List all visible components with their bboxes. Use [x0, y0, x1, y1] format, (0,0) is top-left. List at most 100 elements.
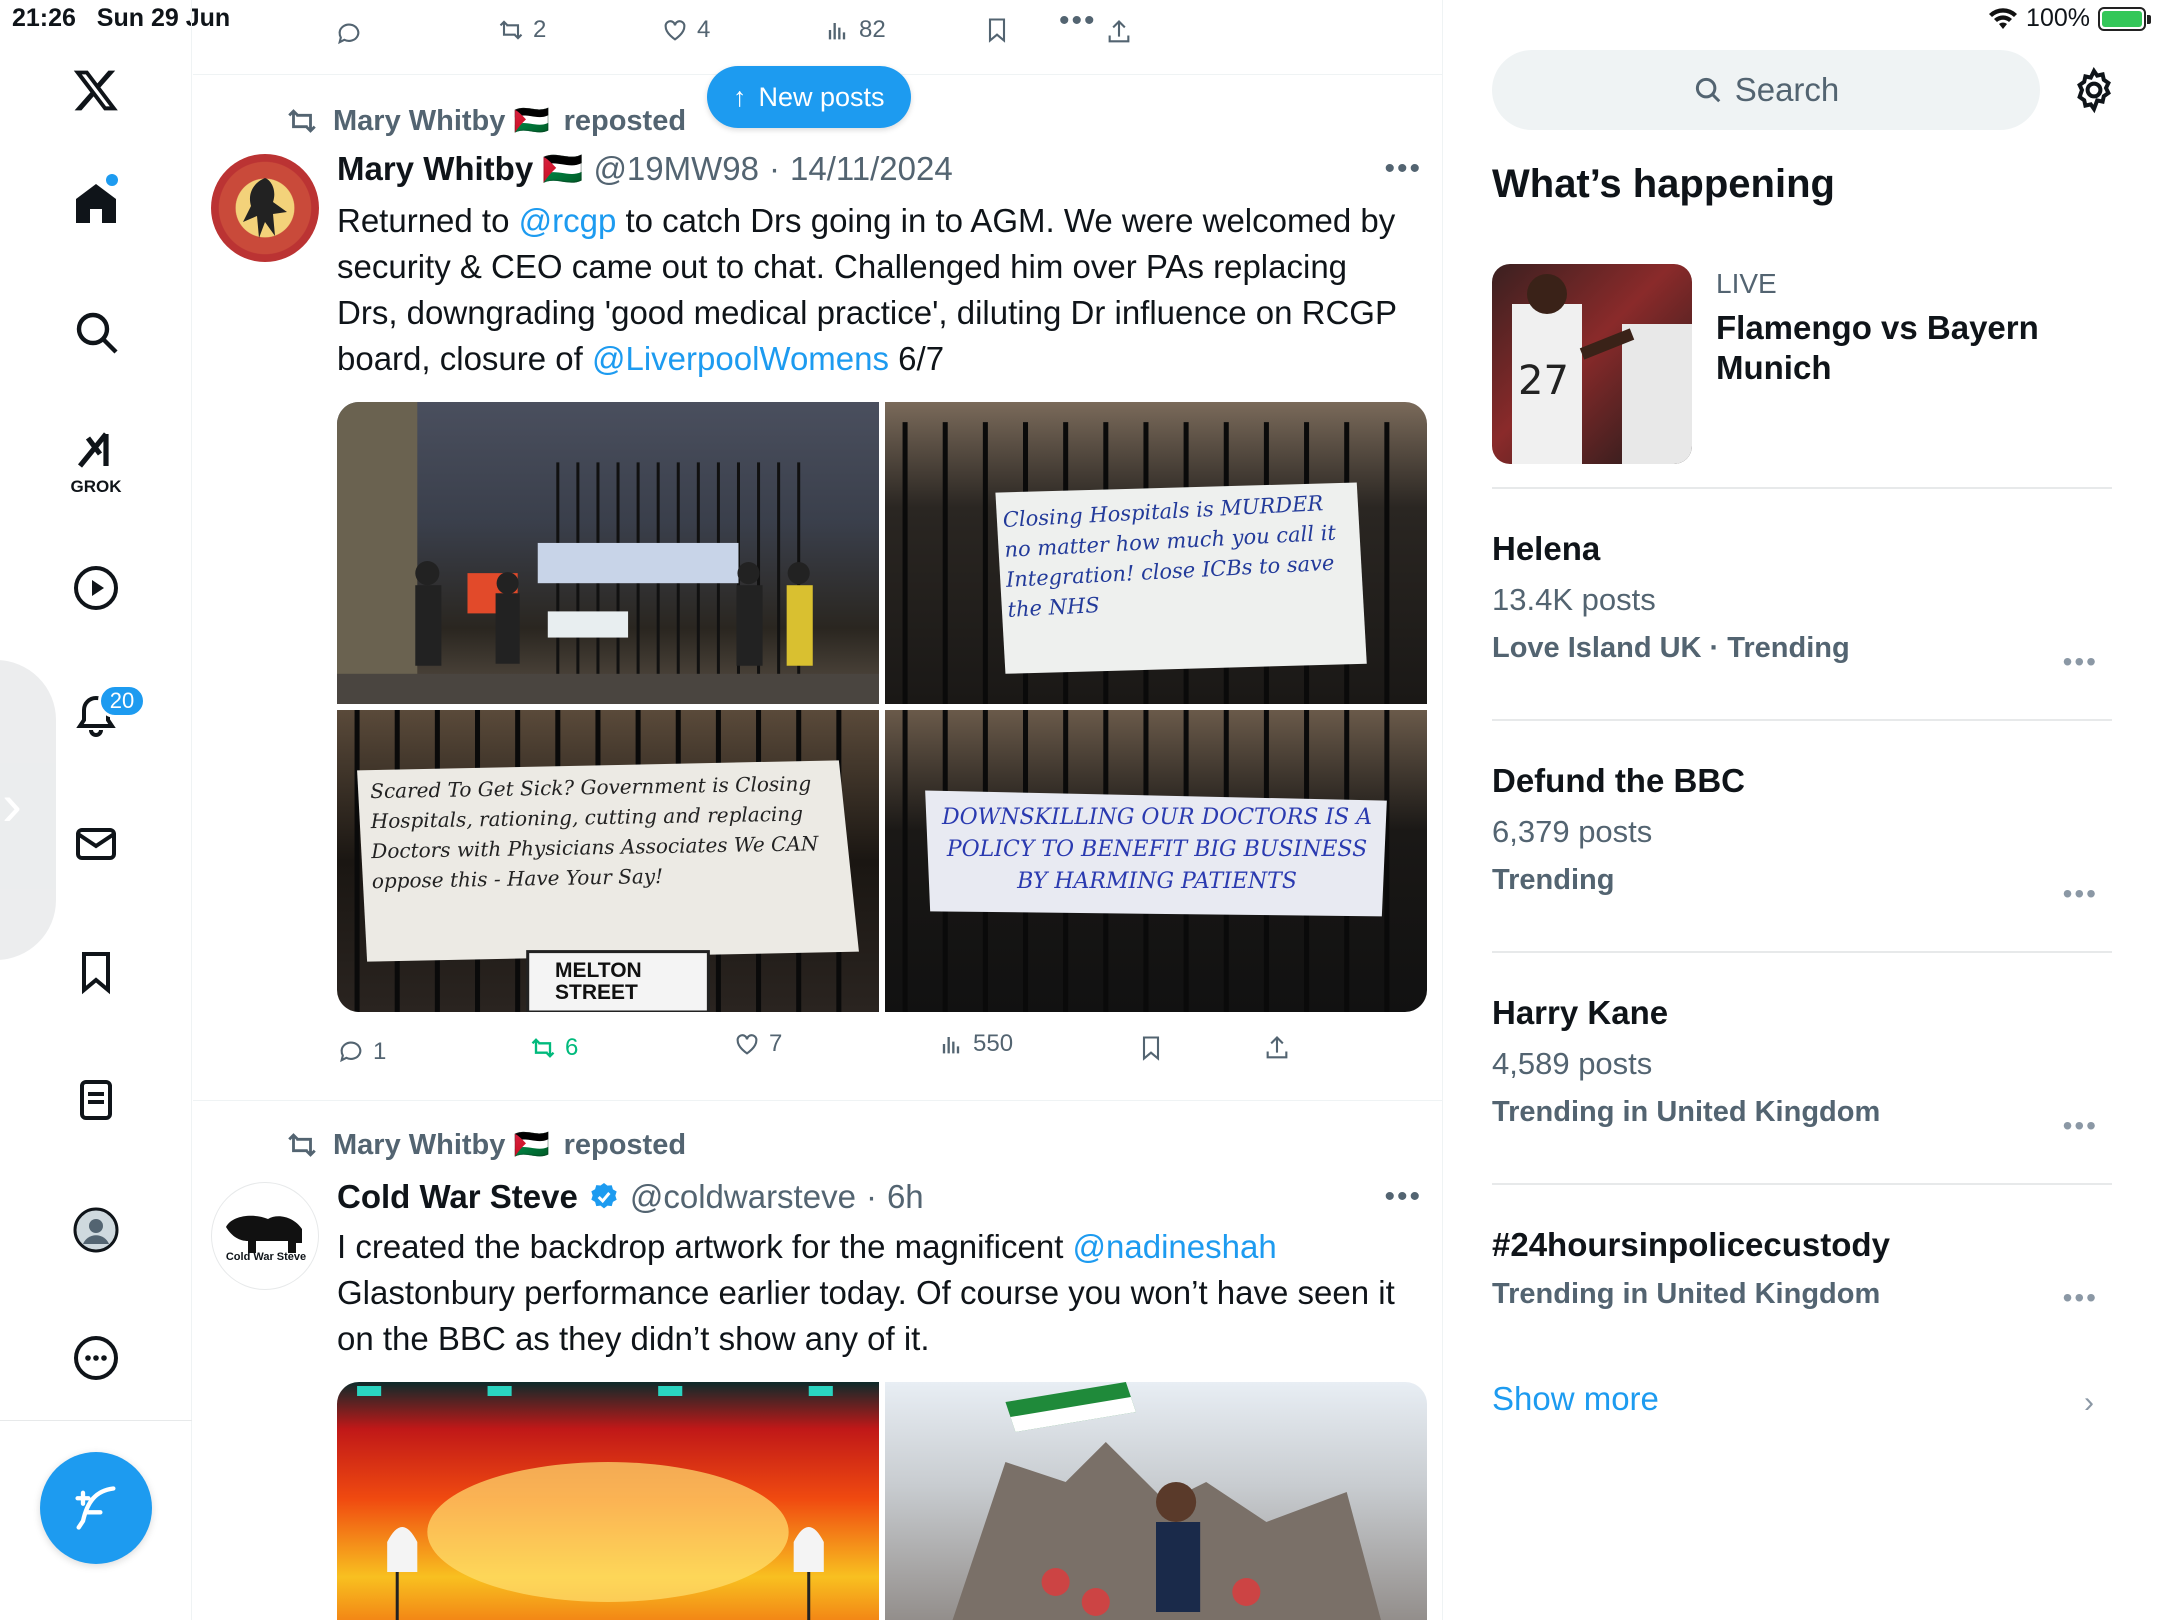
trend-name: Harry Kane [1492, 994, 1669, 1031]
author-name[interactable]: Mary Whitby 🇵🇸 [337, 150, 583, 189]
mention-link[interactable]: @rcgp [519, 202, 617, 239]
views-chart-icon [828, 23, 846, 40]
share-icon [1108, 20, 1130, 43]
search-input[interactable]: Search [1492, 50, 2040, 130]
grok-icon[interactable] [60, 414, 132, 486]
trend-more-dots-icon[interactable]: ••• [2063, 878, 2098, 910]
reply-button[interactable] [335, 20, 363, 48]
post-text-part: Glastonbury performance earlier today. O… [337, 1274, 1395, 1357]
post-date[interactable]: 6h [887, 1178, 924, 1216]
trend-name: Defund the BBC [1492, 762, 1745, 799]
author-name[interactable]: Cold War Steve [337, 1178, 578, 1216]
post-media-grid[interactable] [337, 1382, 1427, 1620]
bookmark-button[interactable] [983, 16, 1011, 44]
live-event-thumbnail[interactable]: 27 [1492, 264, 1692, 464]
trend-more-dots-icon[interactable]: ••• [2063, 646, 2098, 678]
live-event-card[interactable]: 27 LIVE Flamengo vs Bayern Munich [1492, 264, 2112, 464]
trend-item[interactable]: Harry Kane 4,589 posts Trending in Unite… [1492, 994, 2112, 1141]
share-button[interactable] [1105, 18, 1133, 46]
sidebar-drawer-handle[interactable]: › [0, 660, 56, 960]
messages-envelope-icon[interactable] [60, 808, 132, 880]
bookmark-icon [1142, 1036, 1160, 1061]
post-text-part: I created the backdrop artwork for the m… [337, 1228, 1073, 1265]
settings-gear-icon[interactable] [2070, 66, 2118, 114]
media-image-stage-backdrop[interactable] [337, 1382, 879, 1620]
trend-more-dots-icon[interactable]: ••• [2063, 1282, 2098, 1314]
author-handle[interactable]: @19MW98 [593, 150, 759, 188]
live-label: LIVE [1716, 268, 1777, 299]
timeline[interactable]: 2 4 82 ••• ↑ New posts Mary Whitby 🇵🇸 re… [193, 0, 1443, 1620]
whats-happening-title: What’s happening [1492, 162, 1835, 206]
repost-attribution: Mary Whitby 🇵🇸 reposted [285, 104, 686, 138]
views-button[interactable]: 550 [937, 1030, 1013, 1058]
more-dots-icon[interactable]: ••• [1059, 4, 1097, 38]
like-count: 7 [769, 1030, 783, 1057]
video-play-icon[interactable] [60, 552, 132, 624]
trend-meta: Trending in United Kingdom [1492, 1096, 1881, 1128]
media-image-downskilling-banner[interactable]: DOWNSKILLING OUR DOCTORS IS A POLICY TO … [885, 710, 1427, 1012]
trend-item[interactable]: #24hoursinpolicecustody Trending in Unit… [1492, 1226, 2112, 1314]
show-more-link[interactable]: Show more [1492, 1380, 1659, 1418]
search-icon [1695, 77, 1721, 103]
svg-text:27: 27 [1518, 358, 1569, 404]
grok-label: GROK [70, 477, 122, 496]
mention-link[interactable]: @LiverpoolWomens [592, 340, 889, 377]
post-more-dots-icon[interactable]: ••• [1384, 1180, 1422, 1214]
trend-item[interactable]: Helena 13.4K posts Love Island UK · Tren… [1492, 530, 2112, 677]
like-button[interactable]: 7 [733, 1030, 782, 1058]
right-sidebar: Search What’s happening 27 LIVE Flamengo… [1444, 0, 2160, 1620]
bookmark-icon [988, 18, 1006, 43]
live-event-title[interactable]: Flamengo vs Bayern Munich [1716, 308, 2096, 388]
trend-item[interactable]: Defund the BBC 6,379 posts Trending ••• [1492, 762, 2112, 909]
trend-more-dots-icon[interactable]: ••• [2063, 1110, 2098, 1142]
more-options-icon[interactable] [60, 1322, 132, 1394]
media-image-scared-to-get-sick-banner[interactable]: Scared To Get Sick? Government is Closin… [337, 710, 879, 1012]
post-more-dots-icon[interactable]: ••• [1384, 152, 1422, 186]
views-button[interactable]: 82 [823, 16, 886, 44]
media-image-children-flag[interactable] [885, 1382, 1427, 1620]
left-nav: GROK 20 › [0, 0, 192, 1620]
reply-icon [338, 23, 360, 45]
author-avatar[interactable]: Cold War Steve [211, 1182, 319, 1290]
search-icon[interactable] [60, 296, 132, 368]
share-button[interactable] [1263, 1034, 1291, 1062]
trend-meta: Trending in United Kingdom [1492, 1278, 1881, 1310]
trend-name: #24hoursinpolicecustody [1492, 1226, 1890, 1263]
chevron-right-icon: › [2, 771, 22, 838]
app-root: 21:26 Sun 29 Jun 100% GROK 20 › 2 4 82 •… [0, 0, 2160, 1620]
x-logo-icon[interactable] [60, 54, 132, 126]
profile-avatar-icon[interactable] [60, 1194, 132, 1266]
views-count: 550 [973, 1030, 1014, 1057]
reply-button[interactable]: 1 [337, 1038, 386, 1066]
reposted-by[interactable]: Mary Whitby 🇵🇸 [333, 1128, 550, 1162]
views-chart-icon [942, 1037, 960, 1054]
author-handle[interactable]: @coldwarsteve [630, 1178, 856, 1216]
notifications-badge: 20 [98, 684, 146, 718]
compose-post-button[interactable] [40, 1452, 152, 1564]
repost-button[interactable]: 6 [529, 1034, 578, 1062]
media-image-protest-group[interactable] [337, 402, 879, 704]
repost-count: 2 [533, 16, 547, 43]
like-count: 4 [697, 16, 711, 43]
mention-link[interactable]: @nadineshah [1073, 1228, 1277, 1265]
post-date[interactable]: 14/11/2024 [790, 150, 953, 188]
reposted-by[interactable]: Mary Whitby 🇵🇸 [333, 104, 550, 138]
post-header: Mary Whitby 🇵🇸 @19MW98 · 14/11/2024 [337, 150, 953, 189]
home-icon[interactable] [60, 167, 132, 239]
trend-post-count: 4,589 posts [1492, 1046, 1653, 1081]
trend-meta: Love Island UK · Trending [1492, 632, 1850, 664]
reposted-suffix: reposted [563, 104, 687, 137]
repost-button[interactable]: 2 [497, 16, 546, 44]
like-button[interactable]: 4 [661, 16, 710, 44]
author-avatar[interactable] [211, 154, 319, 262]
separator-dot: · [865, 1178, 877, 1215]
lists-icon[interactable] [60, 1064, 132, 1136]
post-media-grid[interactable]: Closing Hospitals is MURDER no matter ho… [337, 402, 1427, 1012]
repost-icon [531, 1038, 555, 1058]
media-image-closing-hospitals-banner[interactable]: Closing Hospitals is MURDER no matter ho… [885, 402, 1427, 704]
divider [193, 1100, 1442, 1101]
avatar-caption: Cold War Steve [225, 1251, 307, 1263]
bookmarks-icon[interactable] [60, 936, 132, 1008]
new-posts-pill[interactable]: ↑ New posts [707, 66, 911, 128]
bookmark-button[interactable] [1137, 1034, 1165, 1062]
